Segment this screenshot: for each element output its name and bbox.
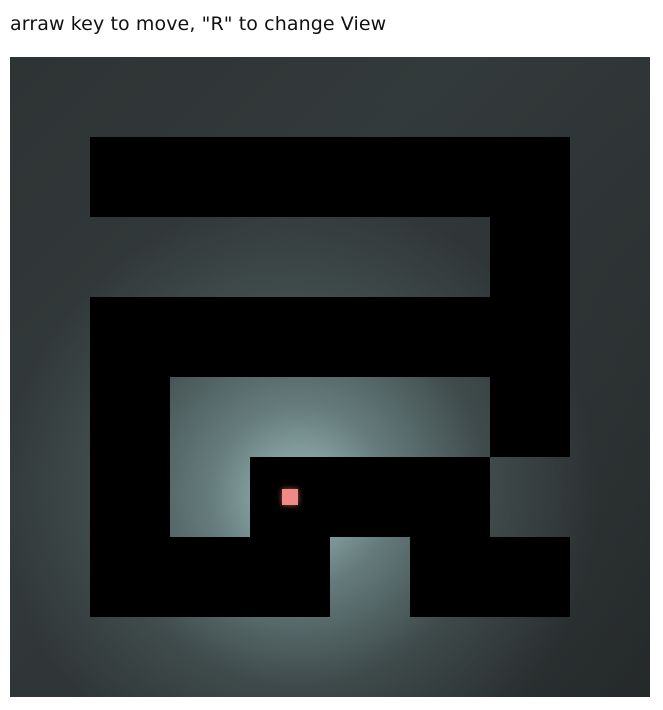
maze-wall — [330, 297, 410, 377]
maze-wall — [170, 537, 250, 617]
maze-wall — [490, 217, 570, 297]
maze-wall — [410, 457, 490, 537]
maze-wall — [170, 297, 250, 377]
maze-wall — [410, 137, 490, 217]
maze-wall — [90, 297, 170, 377]
maze-wall — [490, 297, 570, 377]
player-marker — [282, 489, 298, 505]
instructions-text: arraw key to move, "R" to change View — [10, 13, 387, 35]
maze-wall — [250, 137, 330, 217]
maze-wall — [250, 537, 330, 617]
maze-wall — [330, 457, 410, 537]
maze-wall — [490, 377, 570, 457]
maze-wall — [90, 457, 170, 537]
maze-wall — [490, 137, 570, 217]
maze-wall — [90, 377, 170, 457]
maze-wall — [330, 137, 410, 217]
maze-wall — [250, 297, 330, 377]
game-canvas[interactable] — [10, 57, 650, 697]
maze-wall — [410, 297, 490, 377]
maze-wall — [490, 537, 570, 617]
maze-wall — [90, 137, 170, 217]
maze-wall — [170, 137, 250, 217]
maze-wall — [410, 537, 490, 617]
maze-wall — [90, 537, 170, 617]
